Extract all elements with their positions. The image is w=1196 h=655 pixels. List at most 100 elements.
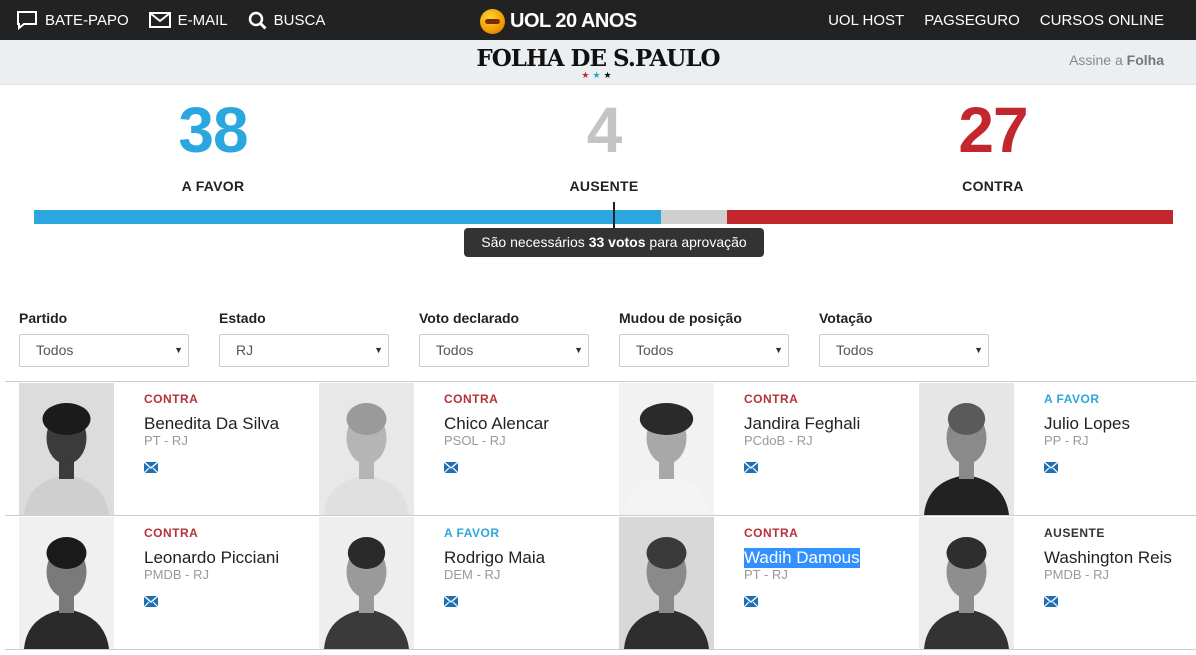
mudou-posicao-select[interactable]: Todos ▼ <box>619 334 789 367</box>
threshold-suffix: para aprovação <box>649 234 747 250</box>
mail-icon[interactable] <box>443 460 459 474</box>
deputy-party: PT - RJ <box>144 433 188 448</box>
mail-icon[interactable] <box>1043 460 1059 474</box>
deputy-card[interactable]: A FAVOR Rodrigo Maia DEM - RJ <box>305 516 605 649</box>
masthead-stars-icon: ★★★ <box>581 70 615 80</box>
deputy-card[interactable]: AUSENTE Washington Reis PMDB - RJ <box>905 516 1196 649</box>
deputy-party: PSOL - RJ <box>444 433 506 448</box>
mail-icon[interactable] <box>143 594 159 608</box>
deputy-party: DEM - RJ <box>444 567 501 582</box>
folha-masthead[interactable]: FOLHA DE S.PAULO <box>0 45 1196 72</box>
deputy-card[interactable]: CONTRA Leonardo Picciani PMDB - RJ <box>5 516 305 649</box>
bate-papo-link[interactable]: BATE-PAPO <box>16 10 129 30</box>
dropdown-caret-icon: ▼ <box>174 345 183 355</box>
filter-estado: Estado RJ ▼ <box>219 310 389 367</box>
vote-status: CONTRA <box>444 392 499 406</box>
voto-declarado-select[interactable]: Todos ▼ <box>419 334 589 367</box>
subscribe-brand: Folha <box>1126 52 1164 68</box>
uol-logo-text: UOL 20 ANOS <box>510 9 637 32</box>
deputy-party: PT - RJ <box>744 567 788 582</box>
email-link[interactable]: E-MAIL <box>148 12 228 29</box>
vote-status: A FAVOR <box>444 526 500 540</box>
uol-right-nav: UOL HOST PAGSEGURO CURSOS ONLINE <box>828 0 1164 40</box>
dropdown-caret-icon: ▼ <box>774 345 783 355</box>
busca-link[interactable]: BUSCA <box>248 11 326 30</box>
dropdown-caret-icon: ▼ <box>574 345 583 355</box>
vote-status: CONTRA <box>744 392 799 406</box>
vote-status: AUSENTE <box>1044 526 1105 540</box>
filter-voto-declarado: Voto declarado Todos ▼ <box>419 310 589 367</box>
filter-mudou-posicao: Mudou de posição Todos ▼ <box>619 310 789 367</box>
mail-icon[interactable] <box>1043 594 1059 608</box>
deputy-card[interactable]: CONTRA Jandira Feghali PCdoB - RJ <box>605 382 905 515</box>
deputy-name[interactable]: Washington Reis <box>1044 548 1172 568</box>
uol-ball-icon <box>480 8 505 34</box>
partido-select[interactable]: Todos ▼ <box>19 334 189 367</box>
tally-contra: 27 CONTRA <box>843 92 1143 194</box>
deputy-name[interactable]: Leonardo Picciani <box>144 548 279 568</box>
pagseguro-link[interactable]: PAGSEGURO <box>924 12 1020 29</box>
uol-left-nav: BATE-PAPO E-MAIL BUSCA <box>16 0 325 40</box>
deputy-photo <box>619 517 714 649</box>
deputy-name[interactable]: Jandira Feghali <box>744 414 860 434</box>
uol-logo[interactable]: UOL 20 ANOS <box>480 8 637 34</box>
mail-icon[interactable] <box>443 594 459 608</box>
folha-header: FOLHA DE S.PAULO ★★★ Assine a Folha <box>0 40 1196 85</box>
uol-host-link[interactable]: UOL HOST <box>828 12 904 29</box>
grid-row: CONTRA Benedita Da Silva PT - RJ CONTRA Chi… <box>5 382 1196 516</box>
deputy-photo <box>19 383 114 515</box>
bar-segment-ausente <box>661 210 728 224</box>
mail-icon[interactable] <box>743 594 759 608</box>
vote-status: CONTRA <box>144 526 199 540</box>
deputy-name[interactable]: Wadih Damous <box>744 548 860 568</box>
deputy-name[interactable]: Chico Alencar <box>444 414 549 434</box>
deputy-name[interactable]: Benedita Da Silva <box>144 414 279 434</box>
deputy-card[interactable]: CONTRA Wadih Damous PT - RJ <box>605 516 905 649</box>
threshold-tooltip: São necessários 33 votos para aprovação <box>464 228 764 257</box>
dropdown-caret-icon: ▼ <box>374 345 383 355</box>
contra-label: CONTRA <box>962 178 1024 194</box>
bar-segment-contra <box>727 210 1173 224</box>
tally-ausente: 4 AUSENTE <box>454 92 754 194</box>
mail-icon[interactable] <box>743 460 759 474</box>
cursos-online-link[interactable]: CURSOS ONLINE <box>1040 12 1164 29</box>
deputy-photo <box>919 517 1014 649</box>
busca-label: BUSCA <box>273 11 326 29</box>
subscribe-prefix: Assine a <box>1069 52 1123 68</box>
select-value: Todos <box>636 342 674 358</box>
deputy-name[interactable]: Julio Lopes <box>1044 414 1130 434</box>
dropdown-caret-icon: ▼ <box>974 345 983 355</box>
search-icon <box>248 11 267 30</box>
uol-top-bar: BATE-PAPO E-MAIL BUSCA UOL 20 ANOS UOL H… <box>0 0 1196 40</box>
deputy-party: PCdoB - RJ <box>744 433 813 448</box>
estado-select[interactable]: RJ ▼ <box>219 334 389 367</box>
deputy-photo <box>319 517 414 649</box>
deputy-card[interactable]: A FAVOR Julio Lopes PP - RJ <box>905 382 1196 515</box>
select-value: RJ <box>236 342 254 358</box>
approval-threshold-marker <box>613 202 615 229</box>
filter-label: Voto declarado <box>419 310 520 326</box>
threshold-votes: 33 votos <box>588 234 646 250</box>
subscribe-link[interactable]: Assine a Folha <box>1069 52 1164 68</box>
deputy-photo <box>319 383 414 515</box>
bate-papo-label: BATE-PAPO <box>45 11 129 29</box>
ausente-count: 4 <box>586 94 623 166</box>
select-value: Todos <box>436 342 474 358</box>
vote-distribution-bar <box>34 210 1173 224</box>
filter-label: Votação <box>819 310 873 326</box>
deputy-photo <box>19 517 114 649</box>
chat-icon <box>16 10 38 30</box>
deputy-photo <box>919 383 1014 515</box>
filter-label: Estado <box>219 310 266 326</box>
tally-favor: 38 A FAVOR <box>63 92 363 194</box>
deputy-party: PMDB - RJ <box>1044 567 1109 582</box>
votacao-select[interactable]: Todos ▼ <box>819 334 989 367</box>
mail-icon[interactable] <box>143 460 159 474</box>
deputy-card[interactable]: CONTRA Chico Alencar PSOL - RJ <box>305 382 605 515</box>
favor-count: 38 <box>178 94 248 166</box>
deputy-name[interactable]: Rodrigo Maia <box>444 548 545 568</box>
vote-status: CONTRA <box>144 392 199 406</box>
grid-row: CONTRA Leonardo Picciani PMDB - RJ A FAVOR… <box>5 516 1196 650</box>
vote-status: CONTRA <box>744 526 799 540</box>
deputy-card[interactable]: CONTRA Benedita Da Silva PT - RJ <box>5 382 305 515</box>
